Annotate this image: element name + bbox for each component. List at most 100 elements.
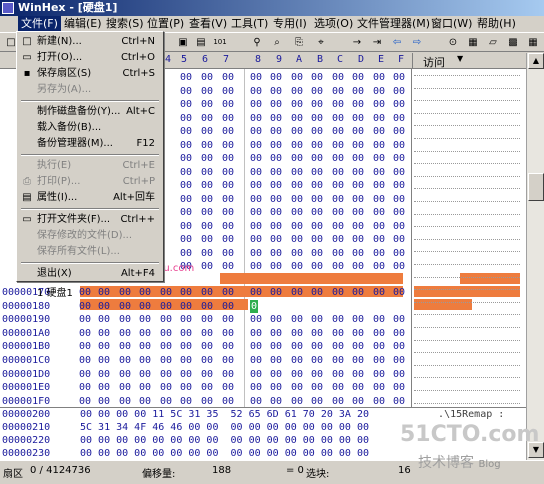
hex-byte[interactable]: 00 <box>199 300 215 313</box>
hex-byte[interactable]: 00 <box>178 327 194 340</box>
hex-byte[interactable]: 00 <box>248 71 264 84</box>
hex-byte[interactable]: 00 <box>371 193 387 206</box>
hex-byte[interactable]: 00 <box>137 313 153 326</box>
hex-byte[interactable]: 00 <box>371 166 387 179</box>
hex-byte[interactable]: 00 <box>330 368 346 381</box>
hex-byte[interactable]: 00 <box>309 381 325 394</box>
hex-byte[interactable]: 00 <box>137 354 153 367</box>
menu-position[interactable]: 位置(P) <box>147 16 184 32</box>
hex-byte[interactable]: 00 <box>268 286 284 299</box>
hex-byte[interactable]: 00 <box>391 381 407 394</box>
hex-byte[interactable]: 00 <box>371 112 387 125</box>
hex-byte[interactable]: 00 <box>268 71 284 84</box>
hex-byte[interactable]: 00 <box>220 247 236 260</box>
hex-byte[interactable]: 00 <box>391 260 407 273</box>
hex-byte[interactable]: 00 <box>350 71 366 84</box>
hex-byte[interactable]: 00 <box>289 313 305 326</box>
hex-byte[interactable]: 00 <box>350 368 366 381</box>
menu-window[interactable]: 窗口(W) <box>431 16 472 32</box>
menu-tools[interactable]: 工具(T) <box>231 16 268 32</box>
hex-byte[interactable]: 00 <box>350 166 366 179</box>
hex-byte[interactable]: 00 <box>158 313 174 326</box>
hex-byte[interactable]: 00 <box>289 206 305 219</box>
hex-byte[interactable]: 00 <box>248 112 264 125</box>
replace-icon[interactable]: ⎘ <box>292 36 306 49</box>
hex-byte[interactable]: 00 <box>178 193 194 206</box>
hex-byte[interactable]: 00 <box>289 260 305 273</box>
hex-byte[interactable]: 00 <box>178 206 194 219</box>
hex-byte[interactable]: 00 <box>330 220 346 233</box>
hex-byte[interactable]: 00 <box>330 327 346 340</box>
hex-byte[interactable]: 00 <box>117 354 133 367</box>
calculator-icon[interactable]: ▩ <box>506 36 520 49</box>
hex-byte[interactable]: 00 <box>330 247 346 260</box>
hex-byte[interactable]: 00 <box>248 286 264 299</box>
hex-byte[interactable]: 00 <box>330 179 346 192</box>
hex-byte[interactable]: 00 <box>391 152 407 165</box>
hex-byte[interactable]: 00 <box>96 395 112 407</box>
hex-byte[interactable]: 00 <box>178 354 194 367</box>
hex-byte[interactable]: 00 <box>220 166 236 179</box>
hex-byte[interactable]: 00 <box>199 354 215 367</box>
goto-icon[interactable]: → <box>350 36 364 49</box>
back-icon[interactable]: ⇦ <box>390 36 404 49</box>
hex-byte[interactable]: 00 <box>371 179 387 192</box>
hex-byte[interactable]: 00 <box>248 152 264 165</box>
hex-byte[interactable]: 00 <box>248 139 264 152</box>
hex-byte[interactable]: 00 <box>178 98 194 111</box>
file-menu-item[interactable]: ▭ 打开文件夹(F)... Ctrl++ <box>19 212 161 228</box>
hex-byte[interactable]: 00 <box>289 112 305 125</box>
hex-byte[interactable]: 00 <box>371 139 387 152</box>
file-menu-item[interactable]: 退出(X) Alt+F4 <box>19 266 161 282</box>
hex-byte[interactable]: 00 <box>137 381 153 394</box>
hex-byte[interactable]: 00 <box>289 179 305 192</box>
hex-byte[interactable]: 00 <box>77 313 93 326</box>
menu-special[interactable]: 专用(I) <box>273 16 307 32</box>
hex-byte[interactable]: 00 <box>350 286 366 299</box>
hex-byte[interactable]: 00 <box>309 395 325 407</box>
hex-byte[interactable]: 00 <box>289 381 305 394</box>
hex-byte[interactable]: 00 <box>220 206 236 219</box>
hex-byte[interactable]: 00 <box>158 327 174 340</box>
hex-byte[interactable]: 00 <box>350 152 366 165</box>
hex-byte[interactable]: 00 <box>289 125 305 138</box>
hex-byte[interactable]: 00 <box>178 152 194 165</box>
hex-byte[interactable]: 00 <box>248 368 264 381</box>
grid-icon[interactable]: ▦ <box>526 36 540 49</box>
hex-byte[interactable]: 00 <box>350 85 366 98</box>
hex-byte[interactable]: 00 <box>199 139 215 152</box>
hex-byte[interactable]: 00 <box>178 179 194 192</box>
find-hex-icon[interactable]: ⌕ <box>270 36 284 49</box>
hex-byte[interactable]: 00 <box>309 85 325 98</box>
hex-byte[interactable]: 00 <box>350 247 366 260</box>
hex-byte[interactable]: 00 <box>309 247 325 260</box>
hex-byte[interactable]: 00 <box>268 340 284 353</box>
hex-byte[interactable]: 00 <box>330 286 346 299</box>
hex-byte[interactable]: 00 <box>220 179 236 192</box>
hex-byte[interactable]: 00 <box>178 368 194 381</box>
hex-byte[interactable]: 00 <box>220 112 236 125</box>
hex-byte[interactable]: 00 <box>220 85 236 98</box>
replace-hex-icon[interactable]: ⌖ <box>314 36 328 49</box>
hex-byte[interactable]: 00 <box>220 125 236 138</box>
hex-byte[interactable]: 00 <box>330 112 346 125</box>
hex-byte[interactable]: 00 <box>199 340 215 353</box>
hex-byte[interactable]: 00 <box>330 193 346 206</box>
hex-byte[interactable]: 00 <box>391 327 407 340</box>
hex-byte[interactable]: 00 <box>117 368 133 381</box>
hex-byte[interactable]: 00 <box>248 313 264 326</box>
file-menu-item[interactable]: ▤ 属性(I)... Alt+回车 <box>19 190 161 206</box>
hex-byte[interactable]: 00 <box>77 395 93 407</box>
hex-byte[interactable]: 00 <box>289 340 305 353</box>
hex-byte[interactable]: 00 <box>220 260 236 273</box>
hex-byte[interactable]: 00 <box>268 233 284 246</box>
hex-byte[interactable]: 00 <box>158 354 174 367</box>
hex-byte[interactable]: 00 <box>178 286 194 299</box>
hex-byte[interactable]: 00 <box>248 85 264 98</box>
copy-icon[interactable]: ▤ <box>194 36 208 49</box>
hex-byte[interactable]: 00 <box>268 85 284 98</box>
hex-byte[interactable]: 00 <box>350 139 366 152</box>
hex-byte[interactable]: 00 <box>220 71 236 84</box>
hex-byte[interactable]: 00 <box>289 152 305 165</box>
hex-byte[interactable]: 00 <box>309 193 325 206</box>
